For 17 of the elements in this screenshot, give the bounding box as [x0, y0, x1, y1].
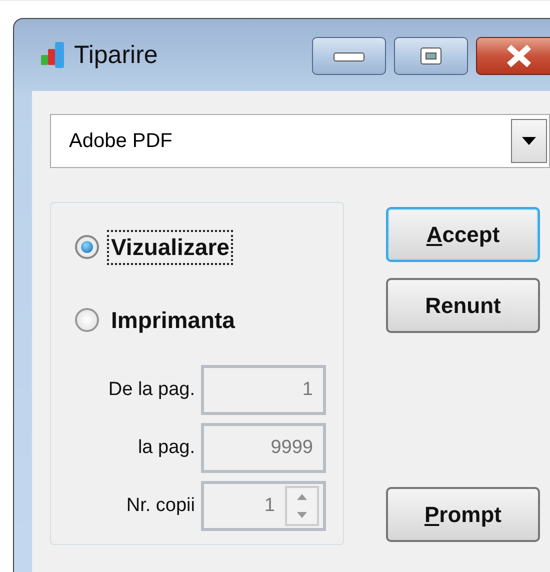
close-button[interactable] — [476, 37, 550, 75]
radio-label[interactable]: Imprimanta — [107, 302, 239, 338]
minimize-button[interactable] — [312, 37, 386, 75]
field-label: Nr. copii — [126, 495, 195, 517]
radio-button[interactable] — [75, 235, 99, 259]
radio-button[interactable] — [75, 308, 99, 332]
field-label: De la pag. — [108, 379, 195, 401]
window-title: Tiparire — [74, 40, 158, 70]
dialog-button[interactable]: Accept — [386, 207, 540, 262]
close-icon[interactable] — [504, 44, 534, 68]
dialog-button[interactable]: Renunt — [386, 278, 540, 333]
printer-dropdown[interactable]: Adobe PDF — [50, 114, 550, 168]
radio-label[interactable]: Vizualizare — [107, 230, 234, 264]
maximize-button[interactable] — [394, 37, 468, 75]
field-label: la pag. — [138, 437, 195, 459]
bar-chart-icon — [40, 41, 66, 69]
dialog-button[interactable]: Prompt — [386, 487, 540, 542]
